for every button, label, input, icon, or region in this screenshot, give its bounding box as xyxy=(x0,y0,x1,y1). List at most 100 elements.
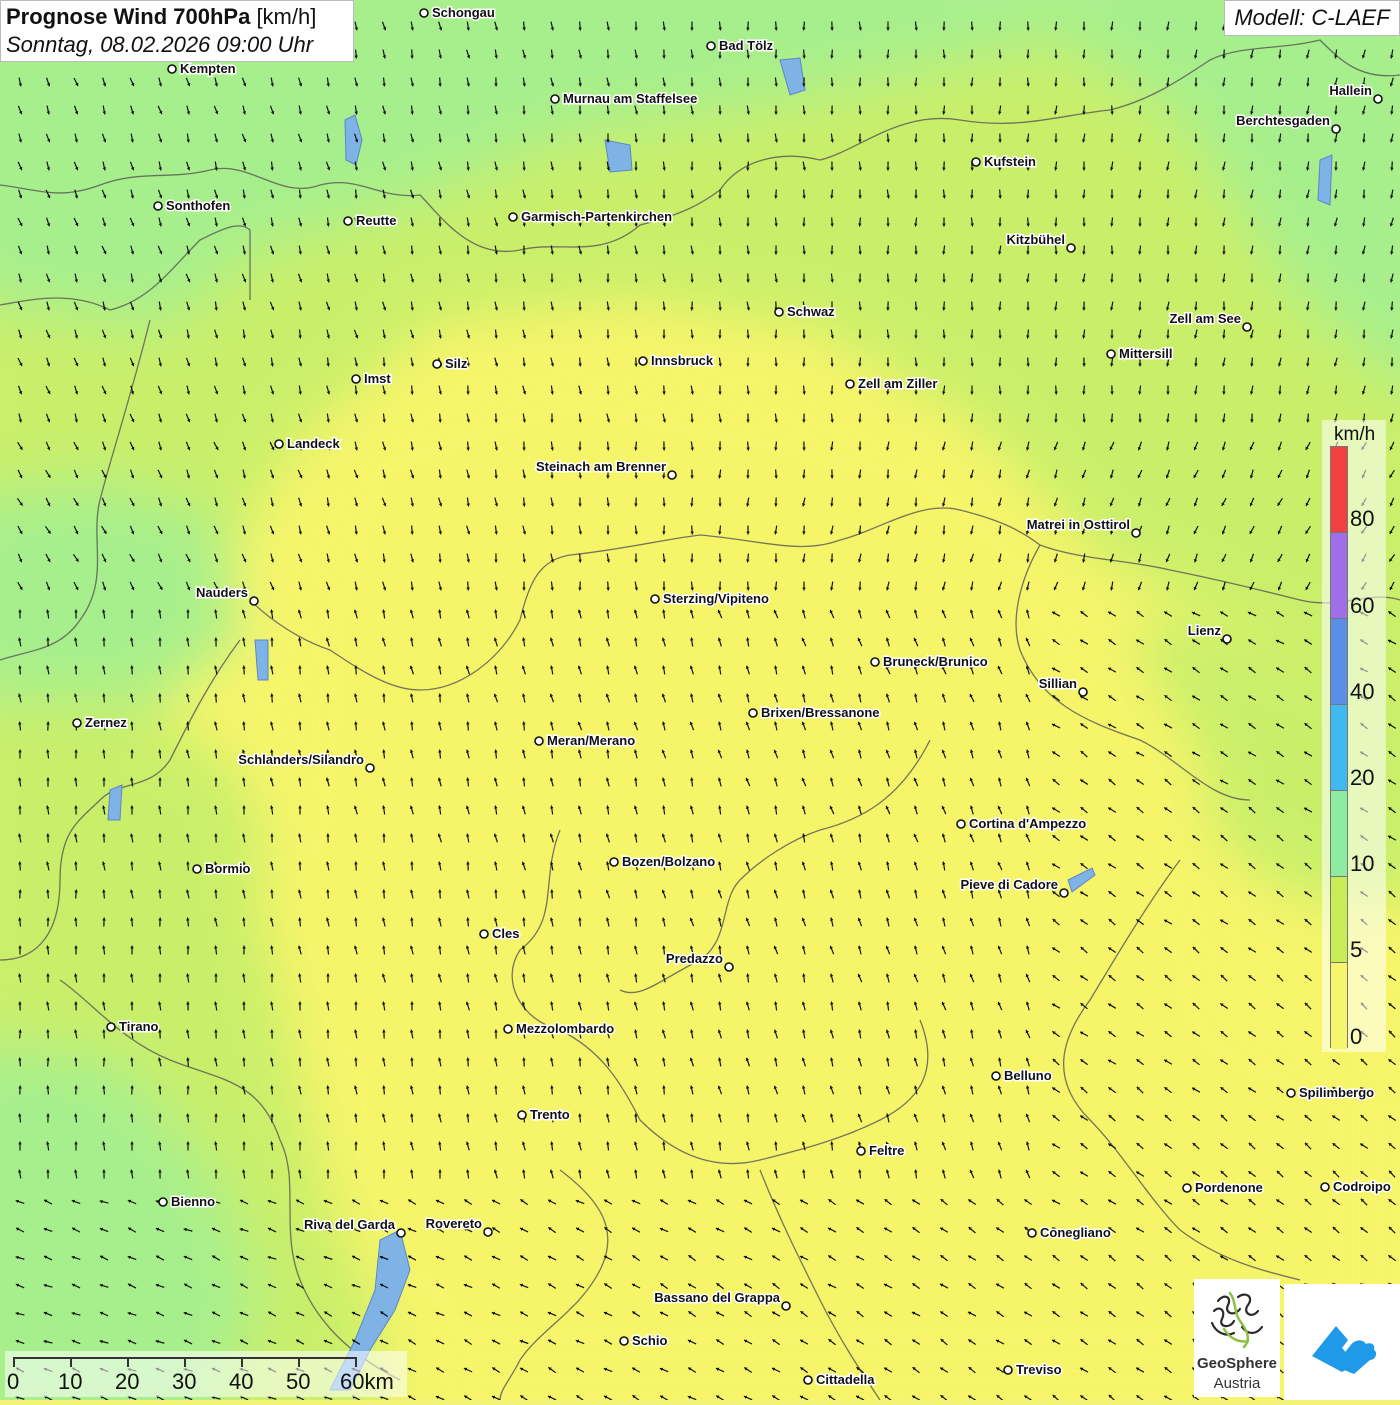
app-logo[interactable] xyxy=(1284,1284,1400,1400)
scale-label-50: 50 xyxy=(286,1369,310,1395)
city-label: Treviso xyxy=(1016,1362,1062,1377)
city-label: Zernez xyxy=(85,715,127,730)
city-label: Pieve di Cadore xyxy=(960,877,1058,892)
city-label: Zell am Ziller xyxy=(858,376,937,391)
city-dot xyxy=(1028,1229,1036,1237)
city-label: Bozen/Bolzano xyxy=(622,854,715,869)
city-label: Garmisch-Partenkirchen xyxy=(521,209,672,224)
city-label: Feltre xyxy=(869,1143,904,1158)
city-dot xyxy=(1321,1183,1329,1191)
city-label: Kufstein xyxy=(984,154,1036,169)
legend-label-20: 20 xyxy=(1350,765,1374,791)
city-dot xyxy=(972,158,980,166)
city-label: Belluno xyxy=(1004,1068,1052,1083)
city-dot xyxy=(1223,635,1231,643)
city-label: Schlanders/Silandro xyxy=(238,752,364,767)
city-marker: Mezzolombardo xyxy=(504,1021,614,1036)
city-label: Silz xyxy=(445,356,468,371)
city-dot xyxy=(159,1198,167,1206)
wind-map: SchongauBad TölzKemptenMurnau am Staffel… xyxy=(0,0,1400,1400)
legend-segment-5 xyxy=(1331,877,1347,963)
scale-tick xyxy=(13,1357,15,1367)
legend-segment-0 xyxy=(1331,963,1347,1049)
city-label: Bruneck/Brunico xyxy=(883,654,988,669)
legend-segment-80 xyxy=(1331,447,1347,533)
city-marker: Garmisch-Partenkirchen xyxy=(509,209,672,224)
city-dot xyxy=(504,1025,512,1033)
city-label: Schongau xyxy=(432,5,495,20)
city-dot xyxy=(639,357,647,365)
city-marker: Innsbruck xyxy=(639,353,714,368)
city-dot xyxy=(651,595,659,603)
legend-label-5: 5 xyxy=(1350,937,1362,963)
city-label: Bienno xyxy=(171,1194,215,1209)
city-label: Bad Tölz xyxy=(719,38,774,53)
legend-label-80: 80 xyxy=(1350,506,1374,532)
scale-label-60km: 60km xyxy=(340,1369,394,1395)
city-dot xyxy=(782,1302,790,1310)
legend-label-40: 40 xyxy=(1350,679,1374,705)
city-label: Trento xyxy=(530,1107,570,1122)
city-dot xyxy=(610,858,618,866)
city-label: Steinach am Brenner xyxy=(536,459,666,474)
city-marker: Conegliano xyxy=(1028,1225,1111,1240)
city-label: Murnau am Staffelsee xyxy=(563,91,697,106)
city-label: Rovereto xyxy=(426,1216,482,1231)
city-dot xyxy=(1374,95,1382,103)
scale-label-0: 0 xyxy=(7,1369,19,1395)
scale-label-30: 30 xyxy=(172,1369,196,1395)
city-marker: Bruneck/Brunico xyxy=(871,654,988,669)
scale-bar: 0 10 20 30 40 50 60km xyxy=(5,1351,407,1397)
city-dot xyxy=(846,380,854,388)
city-dot xyxy=(1287,1089,1295,1097)
city-dot xyxy=(509,213,517,221)
city-dot xyxy=(1132,529,1140,537)
scale-label-40: 40 xyxy=(229,1369,253,1395)
city-dot xyxy=(275,440,283,448)
city-dot xyxy=(154,202,162,210)
legend-label-10: 10 xyxy=(1350,851,1374,877)
city-marker: Spilimbergo xyxy=(1287,1085,1374,1100)
city-dot xyxy=(957,820,965,828)
city-marker: Sonthofen xyxy=(154,198,230,213)
city-dot xyxy=(1060,889,1068,897)
city-dot xyxy=(250,597,258,605)
city-marker: Sterzing/Vipiteno xyxy=(651,591,769,606)
city-dot xyxy=(107,1023,115,1031)
city-label: Pordenone xyxy=(1195,1180,1263,1195)
city-label: Brixen/Bressanone xyxy=(761,705,880,720)
city-marker: Bozen/Bolzano xyxy=(610,854,715,869)
city-dot xyxy=(1332,125,1340,133)
city-dot xyxy=(992,1072,1000,1080)
city-label: Matrei in Osttirol xyxy=(1027,517,1130,532)
legend-segment-60 xyxy=(1331,533,1347,619)
city-label: Tirano xyxy=(119,1019,159,1034)
legend-label-60: 60 xyxy=(1350,593,1374,619)
city-dot xyxy=(397,1229,405,1237)
city-label: Hallein xyxy=(1329,83,1372,98)
city-dot xyxy=(1183,1184,1191,1192)
lake xyxy=(108,785,122,820)
city-label: Bassano del Grappa xyxy=(654,1290,780,1305)
city-dot xyxy=(535,737,543,745)
lake xyxy=(1318,155,1332,205)
city-label: Innsbruck xyxy=(651,353,714,368)
city-label: Kitzbühel xyxy=(1007,232,1066,247)
map-title-main: Prognose Wind 700hPa xyxy=(6,4,250,29)
city-label: Mezzolombardo xyxy=(516,1021,614,1036)
city-label: Schio xyxy=(632,1333,667,1348)
geosphere-logo[interactable]: GeoSphere Austria xyxy=(1194,1279,1280,1397)
city-label: Mittersill xyxy=(1119,346,1172,361)
lake xyxy=(605,140,632,172)
city-label: Spilimbergo xyxy=(1299,1085,1374,1100)
legend-unit: km/h xyxy=(1334,424,1375,446)
city-marker: Meran/Merano xyxy=(535,733,635,748)
city-label: Cortina d'Ampezzo xyxy=(969,816,1086,831)
city-dot xyxy=(775,308,783,316)
forecast-datetime: Sonntag, 08.02.2026 09:00 Uhr xyxy=(6,32,348,58)
city-dot xyxy=(804,1376,812,1384)
city-dot xyxy=(620,1337,628,1345)
city-label: Nauders xyxy=(196,585,248,600)
city-label: Landeck xyxy=(287,436,341,451)
city-dot xyxy=(518,1111,526,1119)
